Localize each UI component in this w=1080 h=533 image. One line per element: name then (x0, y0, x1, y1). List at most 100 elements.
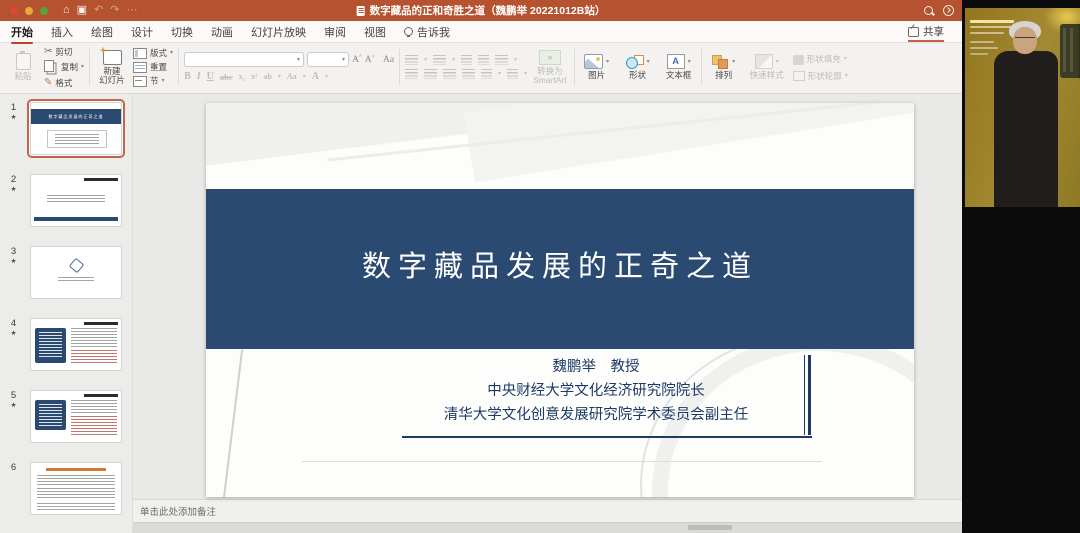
close-window-button[interactable] (10, 7, 18, 15)
font-name-select[interactable]: ▾ (184, 52, 304, 67)
superscript-button[interactable]: x² (251, 72, 257, 81)
slide-canvas-area[interactable]: 数字藏品发展的正奇之道 魏鹏举 教授 中央财经大学文化经济研究院院长 清华大学文… (133, 94, 962, 499)
document-icon (357, 6, 365, 16)
tab-draw[interactable]: 绘图 (91, 24, 113, 40)
shrink-font-button[interactable]: A˅ (365, 54, 375, 65)
horizontal-scrollbar[interactable] (688, 525, 732, 530)
tab-transitions[interactable]: 切换 (171, 24, 193, 40)
text-direction-button[interactable] (481, 69, 492, 79)
align-left-button[interactable] (405, 69, 418, 79)
shape-outline-button[interactable]: 形状轮廓 ▾ (793, 70, 848, 82)
change-case-button[interactable]: Aa (287, 72, 297, 81)
strikethrough-button[interactable]: abc (220, 72, 233, 82)
video-overlay-text-line (970, 53, 988, 55)
redo-icon[interactable]: ↷ (110, 5, 119, 16)
picture-label: 图片 (588, 71, 605, 80)
chevron-down-icon: ▾ (325, 74, 328, 80)
tab-view[interactable]: 视图 (364, 24, 386, 40)
thumbnail-slide-4[interactable] (27, 315, 125, 374)
insert-textbox-button[interactable]: A▾ 文本框 (662, 53, 696, 81)
shapes-icon (626, 55, 644, 69)
slide-canvas[interactable]: 数字藏品发展的正奇之道 魏鹏举 教授 中央财经大学文化经济研究院院长 清华大学文… (206, 103, 914, 497)
thumbnail-slide-1[interactable]: 数字藏品发展的正奇之道 (27, 99, 125, 158)
copy-button[interactable]: 复制 ▾ (44, 60, 84, 75)
format-painter-icon: ✎ (44, 78, 52, 88)
numbering-button[interactable] (433, 55, 446, 65)
slide-thumbnail-panel[interactable]: 1 ★ 数字藏品发展的正奇之道 (0, 94, 133, 533)
clear-formatting-label: Aa (383, 55, 394, 65)
shape-fill-button[interactable]: 形状填充 ▾ (793, 53, 848, 65)
save-icon[interactable]: ▣ (77, 5, 87, 16)
arrange-button[interactable]: ▾ 排列 (707, 54, 741, 81)
video-call-window[interactable] (962, 0, 1080, 533)
thumbnail-slide-2[interactable] (27, 171, 125, 230)
layout-button[interactable]: 版式 ▾ (133, 47, 173, 59)
chevron-down-icon: ▾ (647, 59, 650, 65)
highlight-color-button[interactable]: ab (263, 72, 271, 81)
font-size-select[interactable]: ▾ (307, 52, 349, 67)
thumbnail-slide-6[interactable] (27, 459, 125, 518)
share-button[interactable]: 共享 (904, 23, 948, 40)
tab-design[interactable]: 设计 (131, 24, 153, 40)
reset-button[interactable]: 重置 (133, 61, 173, 73)
section-button[interactable]: 节 ▾ (133, 75, 173, 87)
line-spacing-button[interactable] (495, 55, 508, 65)
format-painter-label: 格式 (55, 77, 72, 89)
account-share-icon[interactable] (943, 5, 954, 16)
ribbon-tabbar: 开始 插入 绘图 设计 切换 动画 幻灯片放映 审阅 视图 告诉我 共享 (0, 21, 962, 43)
notes-pane[interactable]: 单击此处添加备注 (133, 499, 962, 522)
slide-title[interactable]: 数字藏品发展的正奇之道 (206, 243, 914, 285)
justify-button[interactable] (462, 69, 475, 79)
decrease-indent-button[interactable] (461, 55, 472, 65)
thumbnail-slide-5[interactable] (27, 387, 125, 446)
cut-label: 剪切 (55, 46, 72, 58)
search-icon[interactable] (924, 6, 933, 15)
align-right-button[interactable] (443, 69, 456, 79)
tab-animations[interactable]: 动画 (211, 24, 233, 40)
bullets-button[interactable] (405, 55, 418, 65)
thumbnail-slide-3[interactable] (27, 243, 125, 302)
cut-button[interactable]: ✂ 剪切 (44, 46, 84, 58)
paste-label: 粘贴 (14, 72, 31, 81)
convert-to-smartart-button[interactable]: » 转换为 SmartArt (531, 49, 569, 86)
more-toolbar-icon[interactable]: ⋯ (127, 5, 138, 16)
tab-review[interactable]: 审阅 (324, 24, 346, 40)
increase-indent-button[interactable] (478, 55, 489, 65)
home-icon[interactable]: ⌂ (63, 5, 70, 16)
tab-design-label: 设计 (131, 24, 153, 40)
ribbon-divider (399, 49, 400, 85)
tab-slideshow[interactable]: 幻灯片放映 (251, 24, 306, 40)
align-center-button[interactable] (424, 69, 437, 79)
format-painter-button[interactable]: ✎ 格式 (44, 77, 84, 89)
undo-icon[interactable]: ↶ (94, 5, 103, 16)
clear-formatting-button[interactable]: Aa (383, 55, 394, 65)
grow-font-button[interactable]: A^ (352, 54, 362, 65)
tab-animations-label: 动画 (211, 24, 233, 40)
slide-subtitle-block[interactable]: 魏鹏举 教授 中央财经大学文化经济研究院院长 清华大学文化创意发展研究院学术委员… (386, 355, 806, 427)
bold-button[interactable]: B (184, 71, 191, 82)
italic-button[interactable]: I (197, 71, 201, 82)
insert-picture-button[interactable]: ▾ 图片 (580, 53, 614, 81)
thumb1-title-text: 数字藏品发展的正奇之道 (49, 114, 104, 120)
reset-icon (133, 62, 147, 73)
thumb6-paragraph-1 (37, 475, 115, 485)
subtitle-line-2: 中央财经大学文化经济研究院院长 (386, 379, 806, 403)
titlebar[interactable]: ⌂ ▣ ↶ ↷ ⋯ 数字藏品的正和奇胜之道（魏鹏举 20221012B站） (0, 0, 962, 21)
animation-star-icon: ★ (11, 115, 17, 122)
align-text-button[interactable] (507, 69, 518, 79)
tab-tell-me[interactable]: 告诉我 (404, 24, 450, 40)
tab-home[interactable]: 开始 (11, 24, 33, 40)
participant-video[interactable] (965, 8, 1080, 207)
font-color-button[interactable]: A (312, 71, 319, 82)
paste-button[interactable]: 粘贴 (6, 52, 40, 82)
subscript-button[interactable]: x₂ (239, 72, 245, 81)
slide-deco-ribbon-1 (206, 103, 668, 172)
insert-shapes-button[interactable]: ▾ 形状 (621, 54, 655, 81)
tab-insert[interactable]: 插入 (51, 24, 73, 40)
quick-styles-button[interactable]: ▾ 快速样式 (748, 53, 786, 81)
smartart-arrow-glyph: » (547, 53, 552, 62)
underline-button[interactable]: U (207, 71, 214, 82)
minimize-window-button[interactable] (25, 7, 33, 15)
new-slide-button[interactable]: 新建 幻灯片 (95, 49, 129, 86)
zoom-window-button[interactable] (40, 7, 48, 15)
